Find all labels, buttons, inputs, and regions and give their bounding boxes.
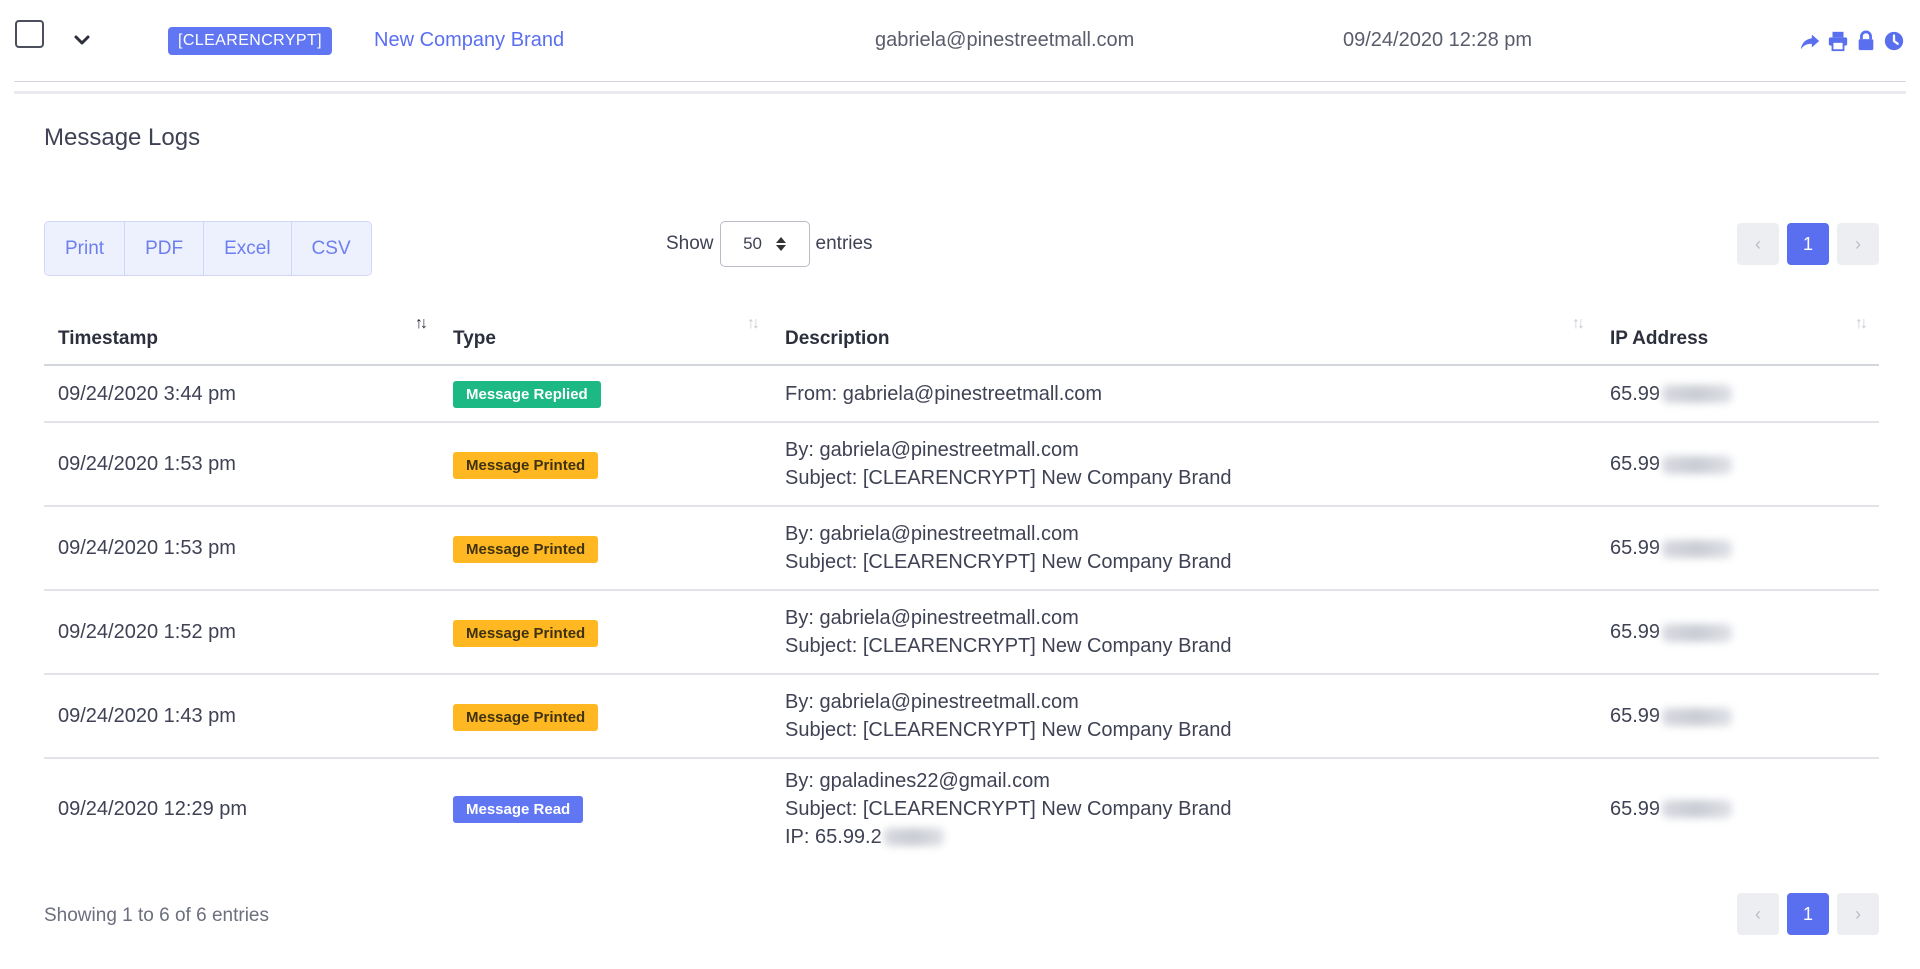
ip-cell: 65.99 bbox=[1596, 674, 1879, 759]
table-row: 09/24/2020 12:29 pm Message Read By: gpa… bbox=[44, 758, 1879, 858]
page-1-button[interactable]: 1 bbox=[1787, 893, 1829, 935]
status-badge: Message Printed bbox=[453, 535, 599, 563]
sort-icon: ↑↓ bbox=[1572, 315, 1585, 332]
next-page-button[interactable]: › bbox=[1837, 223, 1879, 265]
column-header-type[interactable]: Type ↑↓ bbox=[439, 301, 771, 366]
sender-email: gabriela@pinestreetmall.com bbox=[875, 29, 1135, 51]
entries-length-control: Show 50 entries bbox=[666, 221, 873, 267]
previous-page-button[interactable]: ‹ bbox=[1737, 223, 1779, 265]
table-row: 09/24/2020 1:52 pm Message Printed By: g… bbox=[44, 590, 1879, 675]
print-button[interactable]: Print bbox=[45, 222, 126, 275]
forward-icon[interactable] bbox=[1799, 30, 1821, 52]
table-info: Showing 1 to 6 of 6 entries bbox=[44, 905, 269, 926]
section-title: Message Logs bbox=[44, 124, 201, 151]
status-badge: Message Printed bbox=[453, 703, 599, 731]
message-subject-link[interactable]: New Company Brand bbox=[374, 29, 564, 52]
message-row[interactable]: [CLEARENCRYPT] New Company Brand gabriel… bbox=[14, 0, 1906, 82]
timestamp-cell: 09/24/2020 3:44 pm bbox=[44, 365, 439, 423]
entries-label: entries bbox=[815, 233, 873, 254]
export-button-group: Print PDF Excel CSV bbox=[44, 221, 372, 276]
timestamp-cell: 09/24/2020 1:53 pm bbox=[44, 506, 439, 591]
redacted-ip bbox=[1662, 385, 1733, 404]
redacted-ip bbox=[1662, 623, 1733, 642]
timestamp-cell: 09/24/2020 1:52 pm bbox=[44, 590, 439, 675]
timestamp-cell: 09/24/2020 1:53 pm bbox=[44, 422, 439, 507]
description-cell: By: gabriela@pinestreetmall.com Subject: … bbox=[771, 506, 1596, 591]
pagination-top: ‹ 1 › bbox=[1737, 223, 1879, 265]
column-header-ip-address[interactable]: IP Address ↑↓ bbox=[1596, 301, 1879, 366]
ip-cell: 65.99 bbox=[1596, 506, 1879, 591]
page-1-button[interactable]: 1 bbox=[1787, 223, 1829, 265]
sort-icon: ↑↓ bbox=[747, 315, 760, 332]
type-cell: Message Printed bbox=[439, 506, 771, 591]
message-actions bbox=[1799, 30, 1905, 52]
select-checkbox[interactable] bbox=[15, 20, 44, 48]
column-header-description[interactable]: Description ↑↓ bbox=[771, 301, 1596, 366]
clock-icon[interactable] bbox=[1883, 30, 1905, 52]
table-row: 09/24/2020 3:44 pm Message Replied From:… bbox=[44, 365, 1879, 423]
status-badge: Message Replied bbox=[453, 381, 601, 408]
type-cell: Message Replied bbox=[439, 365, 771, 423]
show-label: Show bbox=[666, 233, 714, 254]
timestamp-cell: 09/24/2020 1:43 pm bbox=[44, 674, 439, 759]
redacted-ip bbox=[1662, 800, 1733, 819]
previous-page-button[interactable]: ‹ bbox=[1737, 893, 1779, 935]
message-logs-table: Timestamp ↑↓ Type ↑↓ Description ↑↓ IP Addr… bbox=[44, 301, 1879, 858]
ip-cell: 65.99 bbox=[1596, 590, 1879, 675]
print-icon[interactable] bbox=[1827, 30, 1849, 52]
type-cell: Message Read bbox=[439, 758, 771, 858]
redacted-ip bbox=[883, 828, 944, 847]
redacted-ip bbox=[1662, 707, 1733, 726]
encryption-tag: [CLEARENCRYPT] bbox=[168, 27, 333, 55]
redacted-ip bbox=[1662, 455, 1733, 474]
table-header-row: Timestamp ↑↓ Type ↑↓ Description ↑↓ IP Addr… bbox=[44, 301, 1879, 366]
timestamp-cell: 09/24/2020 12:29 pm bbox=[58, 797, 248, 820]
description-cell: By: gabriela@pinestreetmall.com Subject: … bbox=[771, 674, 1596, 759]
ip-cell: 65.99 bbox=[1596, 422, 1879, 507]
type-cell: Message Printed bbox=[439, 590, 771, 675]
status-badge: Message Printed bbox=[453, 451, 599, 479]
pagination-bottom: ‹ 1 › bbox=[1737, 893, 1879, 935]
divider bbox=[14, 91, 1906, 94]
lock-icon[interactable] bbox=[1855, 30, 1877, 52]
ip-cell: 65.99 bbox=[1596, 365, 1879, 423]
entries-length-value: 50 bbox=[743, 234, 762, 253]
chevron-down-icon[interactable] bbox=[70, 28, 94, 52]
sort-icon: ↑↓ bbox=[1855, 315, 1868, 332]
excel-button[interactable]: Excel bbox=[204, 222, 292, 275]
table-row: 09/24/2020 1:53 pm Message Printed By: g… bbox=[44, 506, 1879, 591]
csv-button[interactable]: CSV bbox=[291, 222, 371, 275]
select-arrows-icon bbox=[775, 237, 786, 251]
description-cell: By: gabriela@pinestreetmall.com Subject: … bbox=[771, 590, 1596, 675]
next-page-button[interactable]: › bbox=[1837, 893, 1879, 935]
pdf-button[interactable]: PDF bbox=[125, 222, 205, 275]
message-date: 09/24/2020 12:28 pm bbox=[1343, 29, 1533, 51]
status-badge: Message Printed bbox=[453, 619, 599, 647]
ip-cell: 65.99 bbox=[1596, 758, 1879, 858]
description-cell: By: gpaladines22@gmail.com Subject: [CLEA… bbox=[785, 769, 1232, 848]
table-row: 09/24/2020 1:43 pm Message Printed By: g… bbox=[44, 674, 1879, 759]
status-badge: Message Read bbox=[453, 796, 584, 823]
table-row: 09/24/2020 1:53 pm Message Printed By: g… bbox=[44, 422, 1879, 507]
column-header-timestamp[interactable]: Timestamp ↑↓ bbox=[44, 301, 439, 366]
type-cell: Message Printed bbox=[439, 674, 771, 759]
description-cell: By: gabriela@pinestreetmall.com Subject: … bbox=[771, 422, 1596, 507]
redacted-ip bbox=[1662, 539, 1733, 558]
sort-icon: ↑↓ bbox=[415, 315, 428, 332]
entries-length-select[interactable]: 50 bbox=[719, 221, 810, 267]
type-cell: Message Printed bbox=[439, 422, 771, 507]
description-cell: From: gabriela@pinestreetmall.com bbox=[771, 365, 1596, 423]
